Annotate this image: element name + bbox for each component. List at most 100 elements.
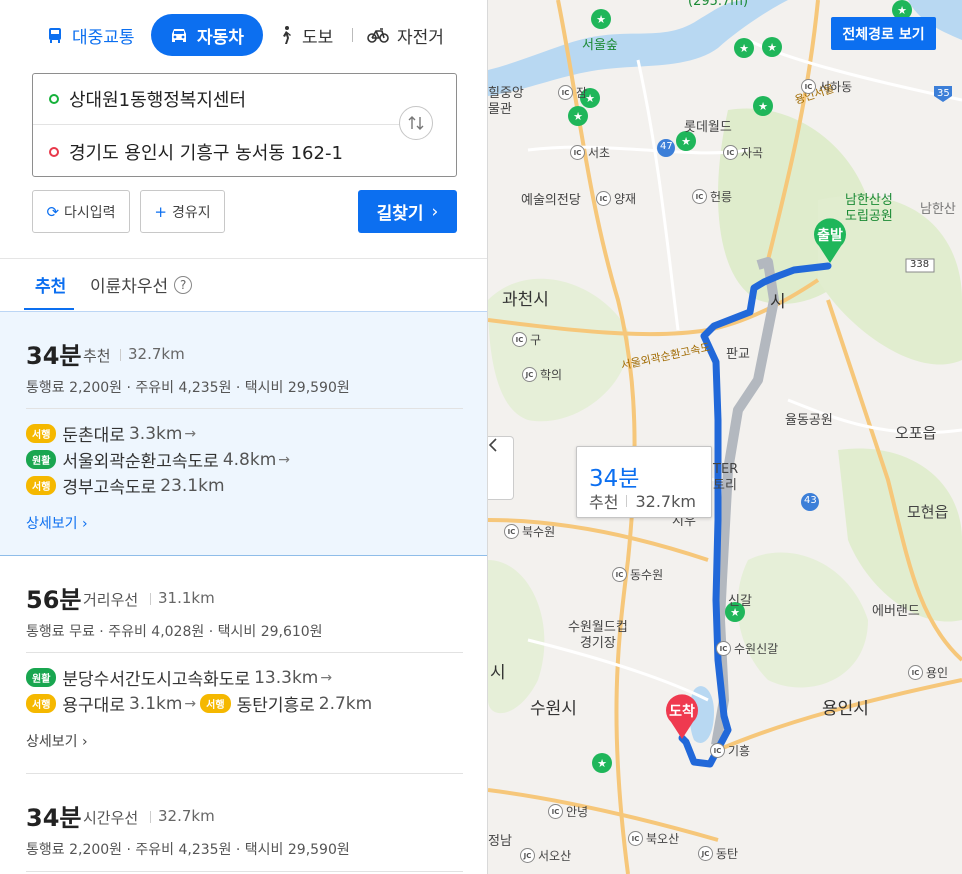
start-pin[interactable]: 출발 <box>813 218 847 264</box>
traffic-badge: 서행 <box>26 694 57 713</box>
search-label: 길찾기 <box>376 204 424 224</box>
popup-details: 추천 32.7km <box>589 489 696 513</box>
ic-label: IC 기흥 <box>710 742 750 759</box>
mode-car-tab[interactable]: 자동차 <box>151 14 263 56</box>
transport-mode-tabs: 대중교통 자동차 도보 자전거 <box>0 14 487 58</box>
help-icon[interactable]: ? <box>174 275 193 294</box>
route-result-card[interactable]: 34분 추천 32.7km 통행료 2,200원 · 주유비 4,235원 · … <box>0 311 487 556</box>
ic-label: IC 안녕 <box>548 803 588 820</box>
map-label: 수원시 <box>530 699 577 719</box>
result-divider <box>26 773 463 774</box>
map-label: 정남 <box>488 834 512 849</box>
start-field[interactable]: 상대원1동행정복지센터 <box>33 74 403 125</box>
ic-name: 기흥 <box>728 744 751 758</box>
result-distance: 32.7km <box>128 345 185 363</box>
road-segment: 원활 서울외곽순환고속도로 4.8km → <box>26 447 294 472</box>
ic-name: 북오산 <box>646 832 680 846</box>
reset-button[interactable]: ⟳ 다시입력 <box>32 190 130 233</box>
end-dot-icon <box>49 146 59 157</box>
tab-recommended[interactable]: 추천 <box>35 272 66 297</box>
ic-icon: JC <box>698 846 713 861</box>
map-label: 남한산성 도립공원 <box>845 193 893 224</box>
result-separator <box>150 593 151 605</box>
ic-icon: IC <box>908 665 923 680</box>
road-name: 분당수서간도시고속화도로 <box>62 670 251 690</box>
ic-label: IC 헌릉 <box>692 188 732 205</box>
map-label: 신갈 <box>728 594 752 609</box>
ic-icon: IC <box>716 641 731 656</box>
popup-type: 추천 <box>589 493 619 512</box>
road-segment: 서행 둔촌대로 3.3km → <box>26 421 200 446</box>
road-km: 4.8km <box>222 449 277 470</box>
map-label: (295.7m) <box>688 0 749 9</box>
shield-number: 47 <box>660 141 673 152</box>
mode-separator <box>352 28 353 42</box>
result-separator <box>150 811 151 823</box>
mode-bike-label: 자전거 <box>397 27 444 48</box>
ic-label: IC 자곡 <box>723 144 763 161</box>
result-type: 추천 <box>83 347 111 365</box>
route-option-tabs: 추천 이륜차우선? <box>0 262 487 310</box>
ic-name: 양재 <box>614 192 637 206</box>
mode-walk-tab[interactable]: 도보 <box>278 14 333 56</box>
result-divider <box>26 652 463 653</box>
ic-name: 학의 <box>540 368 563 382</box>
traffic-badge: 서행 <box>200 694 231 713</box>
search-route-button[interactable]: 길찾기 › <box>358 190 457 233</box>
detail-label: 상세보기 <box>26 734 78 750</box>
road-segment: 서행 용구대로 3.1km → 서행 동탄기흥로 2.7km <box>26 691 372 716</box>
end-pin[interactable]: 도착 <box>665 694 699 740</box>
ic-name: 수원신갈 <box>734 642 779 656</box>
ic-label: IC 동수원 <box>612 566 663 583</box>
arrow-right-icon: → <box>278 451 290 468</box>
reset-label: 다시입력 <box>64 204 116 221</box>
detail-link[interactable]: 상세보기 › <box>26 731 88 751</box>
ic-icon: IC <box>628 831 643 846</box>
route-result-card[interactable]: 34분 시간우선 32.7km 통행료 2,200원 · 주유비 4,235원 … <box>0 775 487 874</box>
plus-icon: + <box>154 202 167 221</box>
chevron-left-icon <box>488 438 497 452</box>
map-view[interactable]: ★ ★ ★ ★ ★ ★ ★ ★ ★ ★ 47 43 35 338 (295.7m) 서울숲 롯데월… <box>488 0 962 874</box>
ic-label: IC 북오산 <box>628 830 679 847</box>
ic-label: IC 잠 <box>558 84 587 101</box>
mode-bike-tab[interactable]: 자전거 <box>367 14 444 56</box>
detail-label: 상세보기 <box>26 516 78 532</box>
mode-transit-tab[interactable]: 대중교통 <box>46 14 135 56</box>
ic-icon: JC <box>520 848 535 863</box>
ic-label: JC 서오산 <box>520 847 571 864</box>
popup-distance: 32.7km <box>635 491 696 511</box>
road-name: 경부고속도로 <box>62 478 157 498</box>
shield-number: 338 <box>910 259 930 270</box>
add-waypoint-button[interactable]: + 경유지 <box>140 190 225 233</box>
svg-text:★: ★ <box>596 13 606 26</box>
traffic-badge: 서행 <box>26 476 57 495</box>
ic-name: 잠 <box>576 86 588 100</box>
tab-twowheel-label: 이륜차우선 <box>90 277 169 297</box>
tab-twowheel[interactable]: 이륜차우선? <box>90 272 193 297</box>
ic-name: 서하동 <box>819 80 853 94</box>
end-pin-label: 도착 <box>669 704 695 720</box>
mode-walk-label: 도보 <box>302 27 334 48</box>
svg-text:★: ★ <box>597 757 607 770</box>
end-field[interactable]: 경기도 용인시 기흥구 농서동 162-1 <box>33 126 403 177</box>
full-route-button[interactable]: 전체경로 보기 <box>831 17 936 50</box>
bicycle-icon <box>367 28 389 43</box>
road-km: 13.3km <box>254 667 319 688</box>
swap-route-button[interactable] <box>399 106 433 140</box>
result-distance: 31.1km <box>158 589 215 607</box>
map-label: 용인시 <box>822 699 869 719</box>
via-label: 경유지 <box>171 204 211 221</box>
popup-time: 34분 <box>589 466 640 492</box>
ic-icon: IC <box>558 85 573 100</box>
road-km: 23.1km <box>160 475 225 496</box>
ic-label: JC 학의 <box>522 366 562 383</box>
collapse-panel-button[interactable] <box>488 436 514 500</box>
route-summary-popup[interactable]: 34분 추천 32.7km <box>576 446 712 518</box>
map-label: 서울숲 <box>582 38 618 53</box>
chevron-right-icon: › <box>431 201 439 222</box>
result-time: 56분 <box>26 586 82 614</box>
detail-link[interactable]: 상세보기 › <box>26 513 88 533</box>
route-result-card[interactable]: 56분 거리우선 31.1km 통행료 무료 · 주유비 4,028원 · 택시… <box>0 557 487 775</box>
ic-icon: IC <box>612 567 627 582</box>
map-label: 판교 <box>726 347 750 362</box>
